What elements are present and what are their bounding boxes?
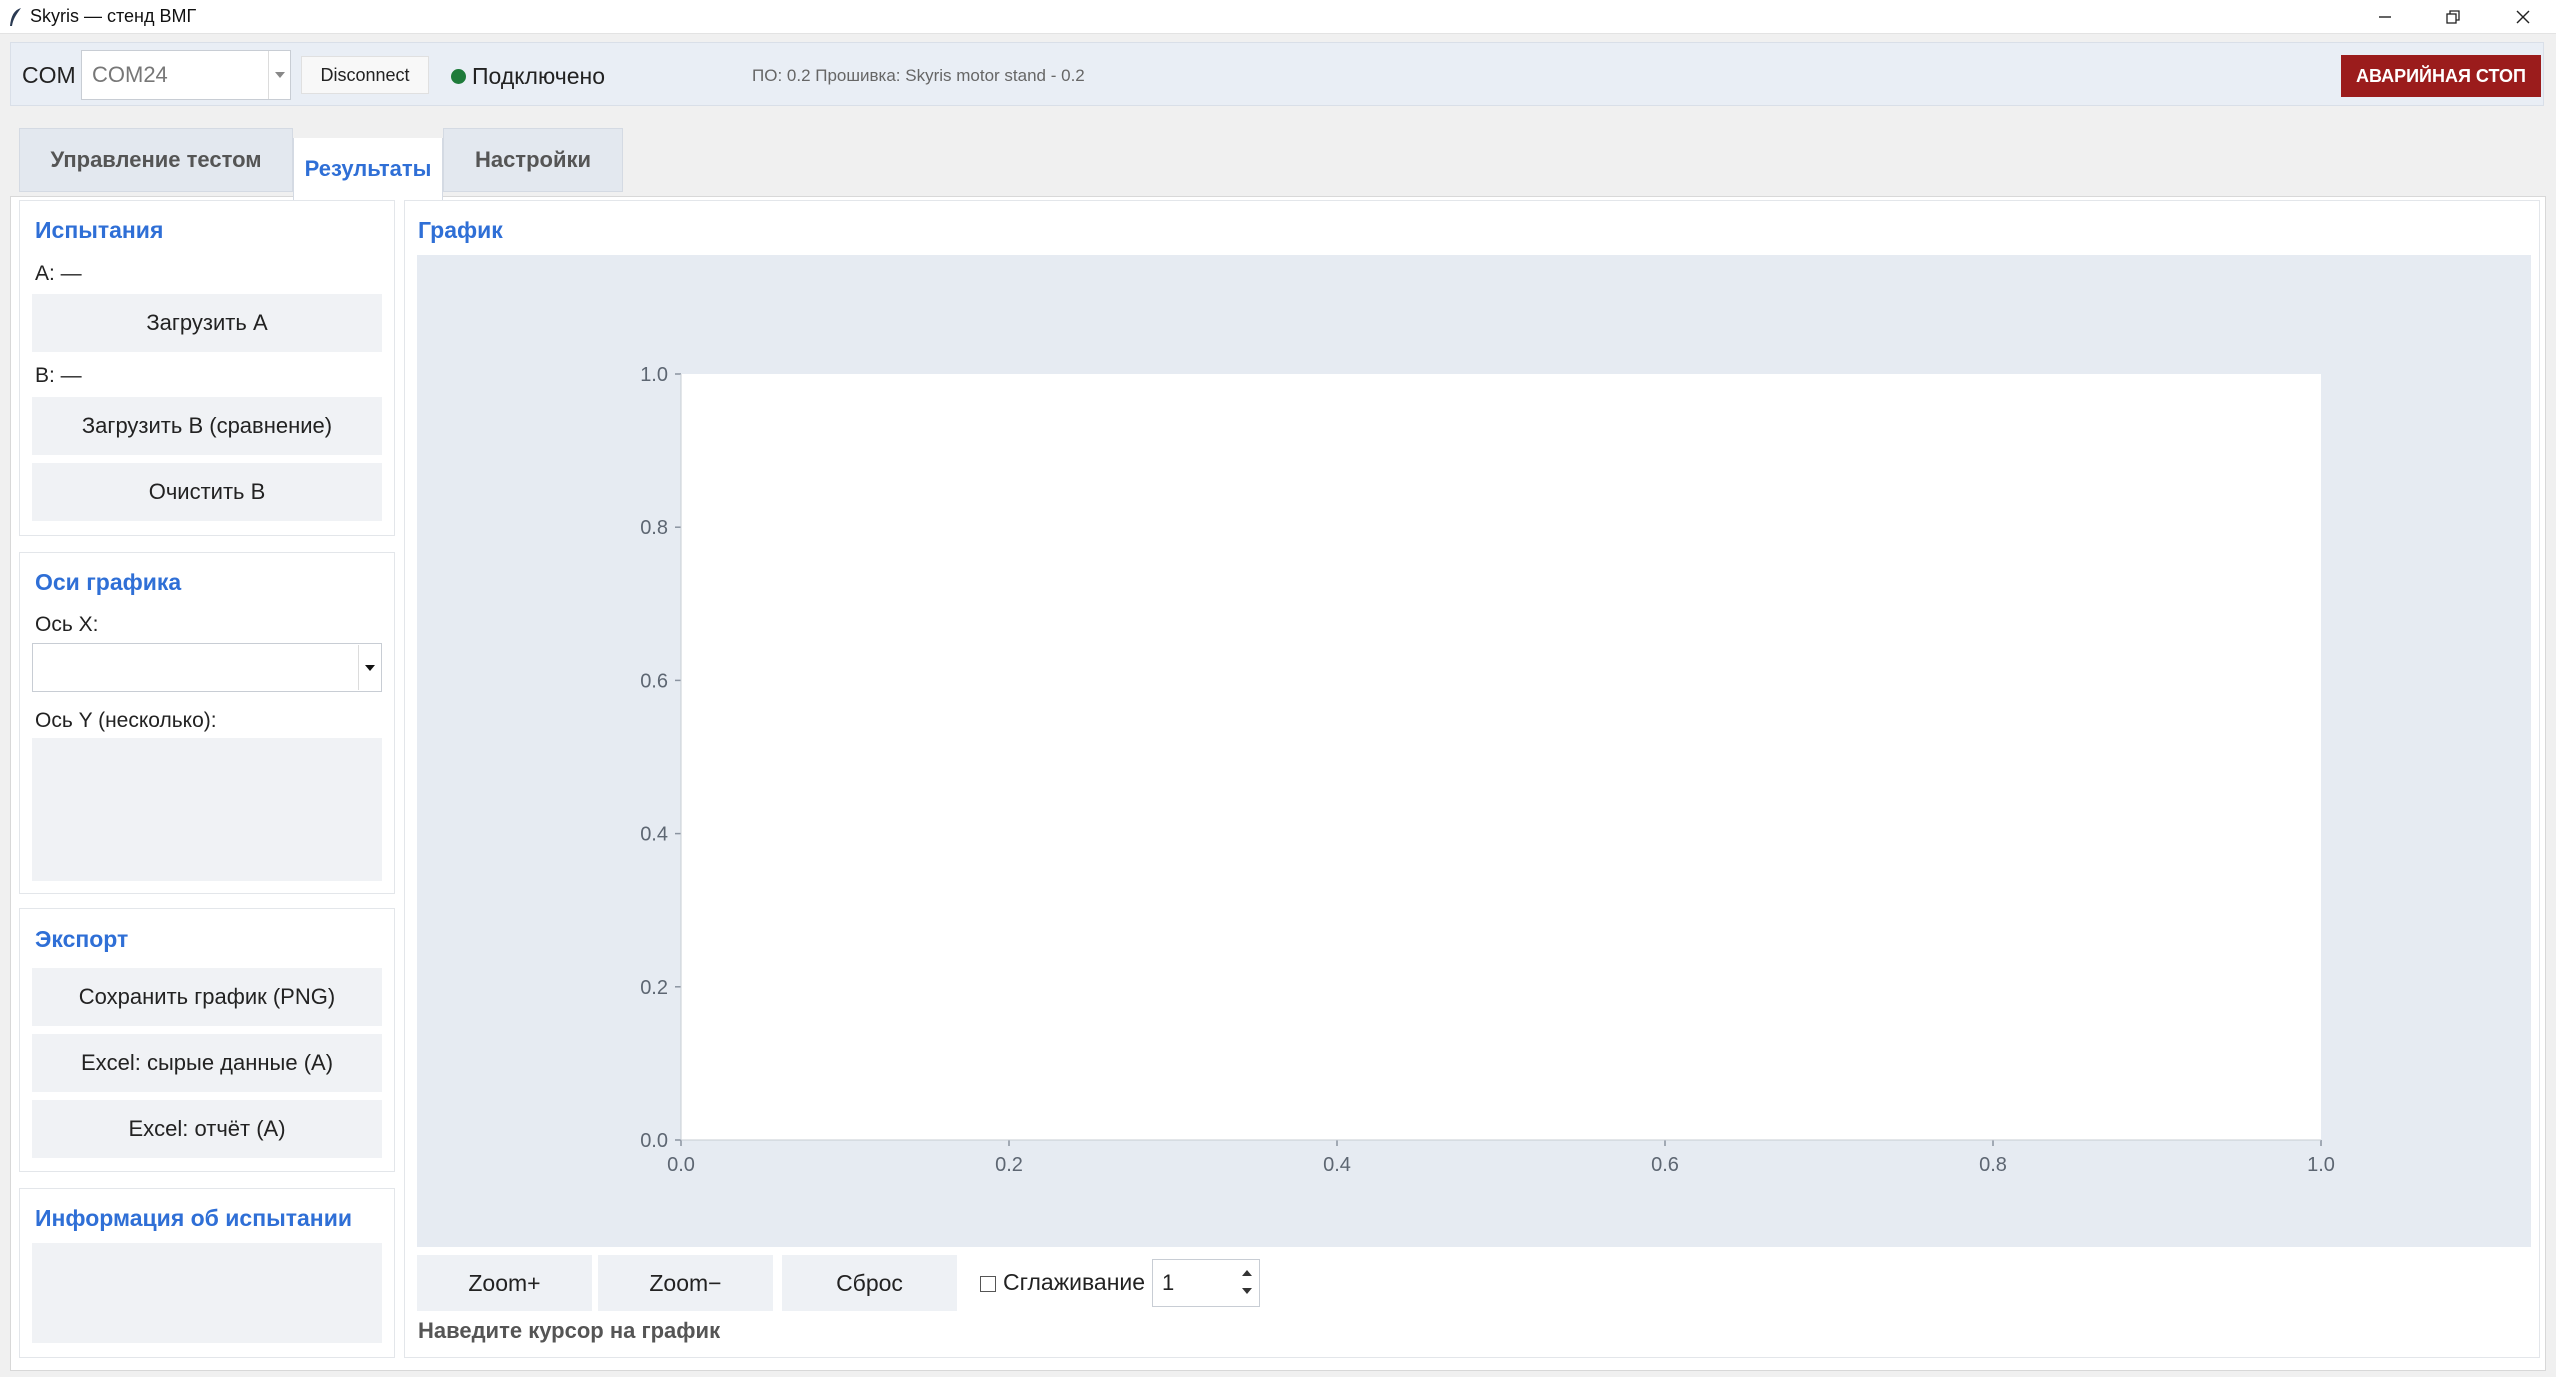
chevron-down-icon[interactable] xyxy=(358,645,380,690)
status-dot-icon xyxy=(451,69,466,84)
x-tick-label: 0.0 xyxy=(667,1154,695,1176)
graph-title: График xyxy=(418,217,503,243)
com-port-value: COM24 xyxy=(92,62,168,87)
x-tick-label: 0.4 xyxy=(1323,1154,1351,1176)
restore-icon[interactable] xyxy=(2420,0,2486,34)
y-tick-label: 0.4 xyxy=(640,824,668,846)
firmware-info: ПО: 0.2 Прошивка: Skyris motor stand - 0… xyxy=(752,66,1085,85)
title-bar xyxy=(0,0,2556,34)
test-b-label: B: — xyxy=(35,364,82,387)
x-tick-label: 1.0 xyxy=(2307,1154,2335,1176)
spin-arrows-icon[interactable] xyxy=(1240,1264,1254,1300)
chevron-down-icon[interactable] xyxy=(268,51,290,99)
excel-report-button[interactable]: Excel: отчёт (A) xyxy=(32,1100,382,1158)
y-axis-label: Ось Y (несколько): xyxy=(35,709,217,732)
chart[interactable]: 0.0 0.2 0.4 0.6 0.8 1.0 0.0 0.2 0.4 0.6 0.8 1.0 xyxy=(417,255,2531,1247)
minimize-icon[interactable] xyxy=(2352,0,2418,34)
load-b-button[interactable]: Загрузить B (сравнение) xyxy=(32,397,382,455)
y-axis-list[interactable] xyxy=(32,738,382,881)
plot-canvas[interactable] xyxy=(681,374,2321,1140)
zoom-out-button[interactable]: Zoom− xyxy=(598,1255,773,1311)
test-a-label: A: — xyxy=(35,262,82,285)
zoom-in-button[interactable]: Zoom+ xyxy=(417,1255,592,1311)
tab-test-control[interactable]: Управление тестом xyxy=(19,128,293,192)
close-icon[interactable] xyxy=(2490,0,2556,34)
load-a-button[interactable]: Загрузить A xyxy=(32,294,382,352)
smoothing-value: 1 xyxy=(1162,1270,1175,1295)
reset-zoom-button[interactable]: Сброс xyxy=(782,1255,957,1311)
x-tick-label: 0.2 xyxy=(995,1154,1023,1176)
connection-status: Подключено xyxy=(472,63,605,89)
y-tick-label: 0.8 xyxy=(640,517,668,539)
x-tick-label: 0.6 xyxy=(1651,1154,1679,1176)
clear-b-button[interactable]: Очистить B xyxy=(32,463,382,521)
x-axis-select[interactable] xyxy=(32,643,382,692)
save-png-button[interactable]: Сохранить график (PNG) xyxy=(32,968,382,1026)
x-tick-label: 0.8 xyxy=(1979,1154,2007,1176)
tab-settings[interactable]: Настройки xyxy=(443,128,623,192)
com-label: COM xyxy=(22,62,76,88)
x-axis-label: Ось X: xyxy=(35,613,99,636)
tests-panel-title: Испытания xyxy=(35,217,164,243)
smoothing-checkbox[interactable] xyxy=(980,1276,996,1292)
y-tick-label: 0.0 xyxy=(640,1130,668,1152)
disconnect-button[interactable]: Disconnect xyxy=(301,56,429,94)
export-panel-title: Экспорт xyxy=(35,926,129,952)
emergency-stop-button[interactable]: АВАРИЙНАЯ СТОП xyxy=(2341,55,2541,97)
smoothing-label: Сглаживание xyxy=(1003,1269,1146,1295)
y-tick-label: 1.0 xyxy=(640,364,668,386)
window-title: Skyris — стенд ВМГ xyxy=(30,6,197,26)
feather-icon xyxy=(10,8,21,26)
y-tick-label: 0.2 xyxy=(640,977,668,999)
hover-hint: Наведите курсор на график xyxy=(418,1318,721,1343)
y-tick-label: 0.6 xyxy=(640,670,668,692)
excel-raw-button[interactable]: Excel: сырые данные (A) xyxy=(32,1034,382,1092)
test-info-text xyxy=(32,1243,382,1343)
test-info-title: Информация об испытании xyxy=(35,1205,352,1231)
tab-results[interactable]: Результаты xyxy=(293,138,443,200)
axes-panel-title: Оси графика xyxy=(35,569,182,595)
